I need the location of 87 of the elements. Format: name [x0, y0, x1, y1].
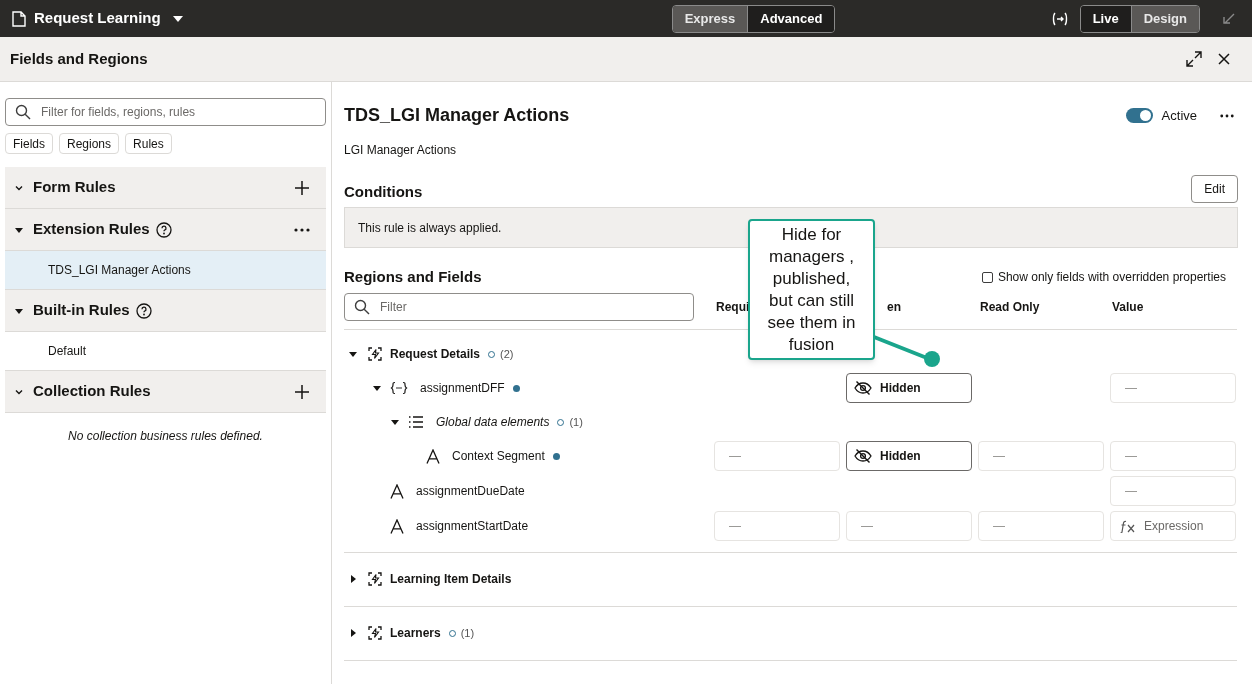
caret-icon[interactable] [390, 417, 400, 427]
mode-tab[interactable]: Express [672, 5, 748, 32]
item-count: (1) [460, 625, 475, 641]
region-name[interactable]: Request Details [390, 345, 481, 363]
text-field-icon [390, 518, 404, 534]
caret-icon[interactable] [348, 628, 358, 638]
item-count: (1) [569, 414, 583, 430]
section-header[interactable]: Extension Rules [5, 209, 326, 251]
filter-field[interactable]: Filter [344, 292, 694, 321]
mode-tab[interactable]: Design [1130, 5, 1199, 32]
value-field[interactable]: — [1110, 441, 1236, 471]
field-name[interactable]: Global data elements [436, 413, 550, 431]
value-field[interactable]: — [978, 511, 1104, 541]
more-icon[interactable] [1220, 113, 1234, 118]
eye-off-icon [854, 381, 872, 395]
caret-icon[interactable] [172, 15, 183, 22]
region-icon [368, 572, 382, 586]
section-heading: Regions and Fields [344, 267, 482, 287]
filter-chip[interactable]: Rules [125, 133, 172, 154]
rule-subtitle: LGI Manager Actions [344, 142, 458, 159]
filter-chip[interactable]: Regions [59, 133, 120, 154]
list-icon [408, 416, 424, 428]
caret-icon[interactable] [348, 574, 358, 584]
value-field[interactable]: — [714, 441, 840, 471]
section-title: Collection Rules [33, 381, 151, 402]
function-icon [1120, 519, 1136, 533]
text-field-icon [390, 483, 404, 499]
overridden-checkbox[interactable]: Show only fields with overridden properties [981, 268, 1226, 287]
region-name[interactable]: Learning Item Details [390, 570, 512, 588]
add-icon[interactable] [294, 383, 310, 400]
value-field[interactable]: — [1110, 373, 1236, 403]
field-name[interactable]: Context Segment [452, 447, 545, 465]
item-count: (2) [500, 346, 514, 362]
mode-tab[interactable]: Advanced [747, 5, 835, 32]
caret-icon[interactable] [372, 383, 382, 393]
braces-icon [390, 381, 408, 395]
hidden-button[interactable]: Hidden [846, 441, 972, 471]
preview-icon[interactable] [1051, 11, 1068, 26]
empty-message: No collection business rules defined. [67, 428, 264, 445]
edit-button[interactable]: Edit [1191, 175, 1238, 203]
text-field-icon [426, 448, 440, 464]
region-icon [368, 347, 382, 361]
leader-line [872, 334, 942, 368]
column-header: Read Only [980, 298, 1040, 316]
callout-note: Hide for managers , published, but can still see them in fusion [748, 219, 875, 360]
eye-off-icon [854, 449, 872, 463]
column-header: en [887, 298, 901, 316]
active-switch[interactable] [1125, 108, 1153, 123]
switch-label: Active [1161, 106, 1197, 125]
section-header[interactable]: Form Rules [5, 167, 326, 209]
document-icon [12, 10, 26, 27]
column-header: Value [1112, 298, 1144, 316]
mode-tab[interactable]: Live [1080, 5, 1131, 32]
section-header[interactable]: Built-in Rules [5, 290, 326, 332]
section-heading: Conditions [344, 181, 423, 202]
help-icon[interactable] [155, 221, 172, 238]
section-title: Extension Rules [33, 219, 150, 240]
field-name[interactable]: assignmentDueDate [416, 482, 525, 500]
value-field[interactable]: — [978, 441, 1104, 471]
undo-icon[interactable] [1220, 11, 1236, 26]
filter-chip[interactable]: Fields [5, 133, 53, 154]
help-icon[interactable] [135, 302, 152, 319]
field-name[interactable]: assignmentDFF [420, 379, 505, 397]
more-icon[interactable] [294, 227, 310, 232]
add-icon[interactable] [294, 179, 310, 196]
search-icon [15, 104, 31, 120]
expression-field[interactable]: Expression [1110, 511, 1236, 541]
panel-title: Fields and Regions [10, 48, 148, 69]
column-header: Requi [716, 298, 750, 316]
region-name[interactable]: Learners [390, 624, 441, 642]
rule-title: TDS_LGI Manager Actions [344, 104, 570, 127]
filter-field[interactable]: Filter for fields, regions, rules [5, 98, 326, 126]
rule-item[interactable]: TDS_LGI Manager Actions [5, 251, 326, 290]
section-title: Built-in Rules [33, 300, 130, 321]
search-icon [354, 298, 370, 315]
value-field[interactable]: — [846, 511, 972, 541]
close-icon[interactable] [1218, 53, 1230, 65]
section-title: Form Rules [33, 177, 116, 198]
value-field[interactable]: — [714, 511, 840, 541]
hidden-button[interactable]: Hidden [846, 373, 972, 403]
section-header[interactable]: Collection Rules [5, 371, 326, 413]
caret-icon[interactable] [348, 349, 358, 359]
expand-icon[interactable] [1186, 51, 1202, 67]
value-field[interactable]: — [1110, 476, 1236, 506]
region-icon [368, 626, 382, 640]
app-title: Request Learning [34, 8, 161, 29]
field-name[interactable]: assignmentStartDate [416, 517, 529, 535]
